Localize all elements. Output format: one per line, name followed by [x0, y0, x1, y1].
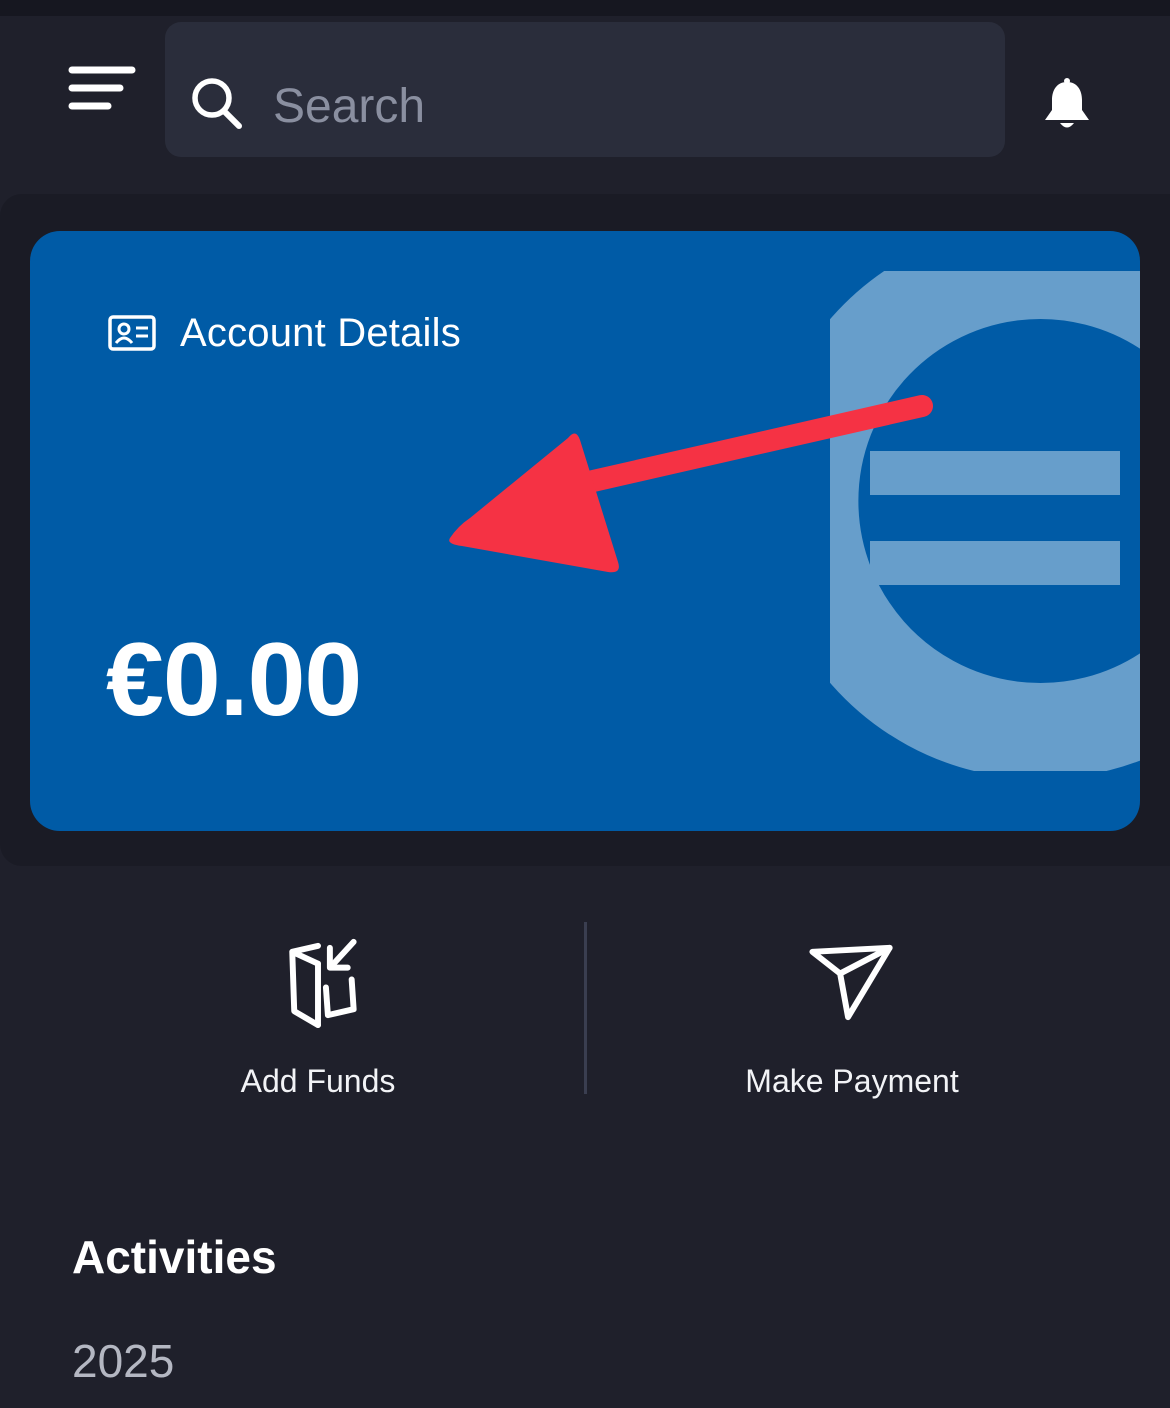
make-payment-label: Make Payment — [745, 1063, 959, 1099]
account-card[interactable]: Account Details €0.00 — [30, 231, 1140, 831]
search-icon — [192, 78, 242, 129]
add-funds-button[interactable]: Add Funds — [150, 920, 486, 1100]
account-details-link[interactable]: Account Details — [108, 311, 461, 355]
add-funds-label: Add Funds — [240, 1063, 396, 1099]
card-title: Account Details — [180, 310, 461, 355]
send-icon — [809, 944, 893, 1021]
bell-icon — [1045, 78, 1089, 128]
notifications-button[interactable] — [1038, 76, 1096, 134]
make-payment-button[interactable]: Make Payment — [680, 920, 1024, 1100]
activities-year: 2025 — [72, 1335, 175, 1387]
menu-icon — [68, 66, 136, 110]
balance-amount: €0.00 — [106, 622, 362, 738]
app-screen: Account Details €0.00 Add Funds Make Pay… — [0, 0, 1170, 1408]
menu-button[interactable] — [66, 64, 138, 116]
id-card-icon — [108, 315, 156, 351]
status-bar — [0, 0, 1170, 16]
search-input[interactable] — [273, 64, 973, 148]
euro-icon — [830, 271, 1140, 771]
action-divider — [584, 922, 587, 1094]
wallet-arrow-in-icon — [289, 938, 357, 1029]
activities-heading: Activities — [72, 1231, 277, 1283]
